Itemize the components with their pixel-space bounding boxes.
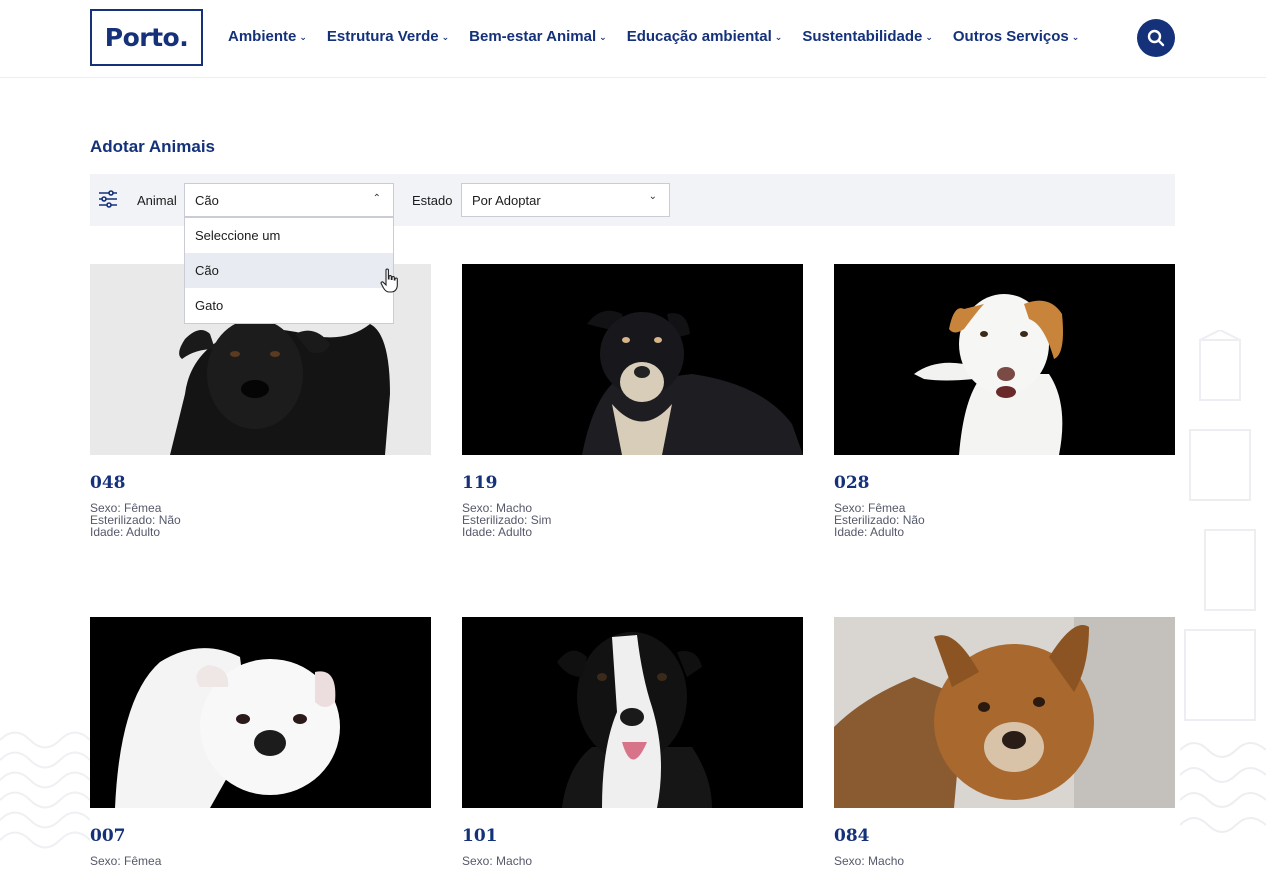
animal-sexo: Sexo: Fêmea bbox=[90, 854, 162, 868]
nav-outros-servicos[interactable]: Outros Serviços ⌄ bbox=[953, 28, 1079, 45]
animal-sexo: Sexo: Macho bbox=[462, 854, 533, 868]
chevron-down-icon: ⌄ bbox=[599, 32, 607, 42]
nav-educacao-ambiental[interactable]: Educação ambiental ⌄ bbox=[627, 28, 783, 45]
animal-info: Sexo: Fêmea bbox=[90, 855, 431, 867]
animal-card[interactable]: 084 Sexo: Macho bbox=[834, 617, 1175, 867]
nav-ambiente[interactable]: Ambiente ⌄ bbox=[228, 28, 307, 45]
chevron-down-icon: ⌄ bbox=[648, 191, 657, 202]
chevron-down-icon: ⌄ bbox=[774, 32, 783, 42]
nav-label: Estrutura Verde bbox=[326, 28, 439, 45]
dog-photo[interactable] bbox=[834, 264, 1175, 455]
dog-image-028 bbox=[834, 264, 1175, 455]
nav-label: Sustentabilidade bbox=[802, 28, 923, 45]
nav-bem-estar-animal[interactable]: Bem-estar Animal ⌄ bbox=[469, 28, 607, 45]
animal-info: Sexo: Macho Esterilizado: Sim Idade: Adu… bbox=[462, 502, 803, 538]
nav-label: Ambiente bbox=[228, 28, 297, 45]
animal-dropdown-menu: Seleccione um Cão Gato bbox=[184, 217, 394, 324]
animal-info: Sexo: Fêmea Esterilizado: Não Idade: Adu… bbox=[90, 502, 431, 538]
filter-sliders-icon[interactable] bbox=[98, 189, 118, 209]
chevron-down-icon: ⌄ bbox=[441, 32, 450, 42]
animal-idade: Idade: Adulto bbox=[90, 525, 161, 539]
main-nav: Ambiente ⌄ Estrutura Verde ⌄ Bem-estar Ani… bbox=[228, 28, 1099, 45]
nav-sustentabilidade[interactable]: Sustentabilidade ⌄ bbox=[802, 28, 933, 45]
site-header: Porto. Ambiente ⌄ Estrutura Verde ⌄ Bem-es… bbox=[0, 0, 1266, 78]
animal-number[interactable]: 028 bbox=[834, 473, 1175, 493]
nav-label: Outros Serviços bbox=[952, 28, 1069, 45]
estado-select-value: Por Adoptar bbox=[472, 192, 541, 208]
animal-card[interactable]: 028 Sexo: Fêmea Esterilizado: Não Idade:… bbox=[834, 264, 1175, 538]
dog-photo[interactable] bbox=[90, 617, 431, 808]
animal-select-value: Cão bbox=[195, 192, 219, 208]
dog-image-007 bbox=[90, 617, 431, 808]
chevron-down-icon: ⌄ bbox=[925, 32, 933, 42]
animal-number[interactable]: 007 bbox=[90, 826, 431, 846]
page-title: Adotar Animais bbox=[90, 137, 216, 156]
nav-label: Bem-estar Animal bbox=[469, 28, 597, 45]
animal-info: Sexo: Macho bbox=[462, 855, 803, 867]
dog-image-119 bbox=[462, 264, 803, 455]
animal-select[interactable]: Cão ⌃ bbox=[184, 183, 394, 217]
hand-pointer-icon bbox=[380, 268, 398, 293]
background-pattern-left bbox=[0, 731, 90, 849]
dog-photo[interactable] bbox=[834, 617, 1175, 808]
animal-idade: Idade: Adulto bbox=[462, 525, 533, 539]
animal-card[interactable]: 119 Sexo: Macho Esterilizado: Sim Idade:… bbox=[462, 264, 803, 538]
animal-info: Sexo: Fêmea Esterilizado: Não Idade: Adu… bbox=[834, 502, 1175, 538]
animal-sexo: Sexo: Macho bbox=[834, 854, 905, 868]
animal-number[interactable]: 119 bbox=[462, 473, 803, 493]
search-button[interactable] bbox=[1137, 19, 1175, 57]
dog-image-101 bbox=[462, 617, 803, 808]
estado-select[interactable]: Por Adoptar ⌄ bbox=[461, 183, 670, 217]
nav-label: Educação ambiental bbox=[626, 28, 772, 45]
animal-card[interactable]: 101 Sexo: Macho bbox=[462, 617, 803, 867]
dog-photo[interactable] bbox=[462, 264, 803, 455]
dropdown-option[interactable]: Gato bbox=[185, 288, 393, 323]
porto-logo[interactable]: Porto. bbox=[90, 9, 203, 66]
chevron-up-icon: ⌃ bbox=[372, 193, 381, 204]
animal-idade: Idade: Adulto bbox=[834, 525, 905, 539]
dropdown-option[interactable]: Seleccione um bbox=[185, 218, 393, 253]
nav-estrutura-verde[interactable]: Estrutura Verde ⌄ bbox=[327, 28, 449, 45]
dog-image-084 bbox=[834, 617, 1175, 808]
animal-label: Animal bbox=[137, 193, 177, 208]
chevron-down-icon: ⌄ bbox=[299, 32, 307, 42]
search-icon bbox=[1147, 29, 1165, 47]
chevron-down-icon: ⌄ bbox=[1071, 32, 1080, 42]
animal-number[interactable]: 048 bbox=[90, 473, 431, 493]
dog-photo[interactable] bbox=[462, 617, 803, 808]
animal-info: Sexo: Macho bbox=[834, 855, 1175, 867]
dropdown-option-selected[interactable]: Cão bbox=[185, 253, 393, 288]
animal-number[interactable]: 084 bbox=[834, 826, 1175, 846]
animal-card[interactable]: 007 Sexo: Fêmea bbox=[90, 617, 431, 867]
background-pattern-right bbox=[1180, 330, 1266, 833]
estado-label: Estado bbox=[412, 193, 453, 208]
animal-number[interactable]: 101 bbox=[462, 826, 803, 846]
